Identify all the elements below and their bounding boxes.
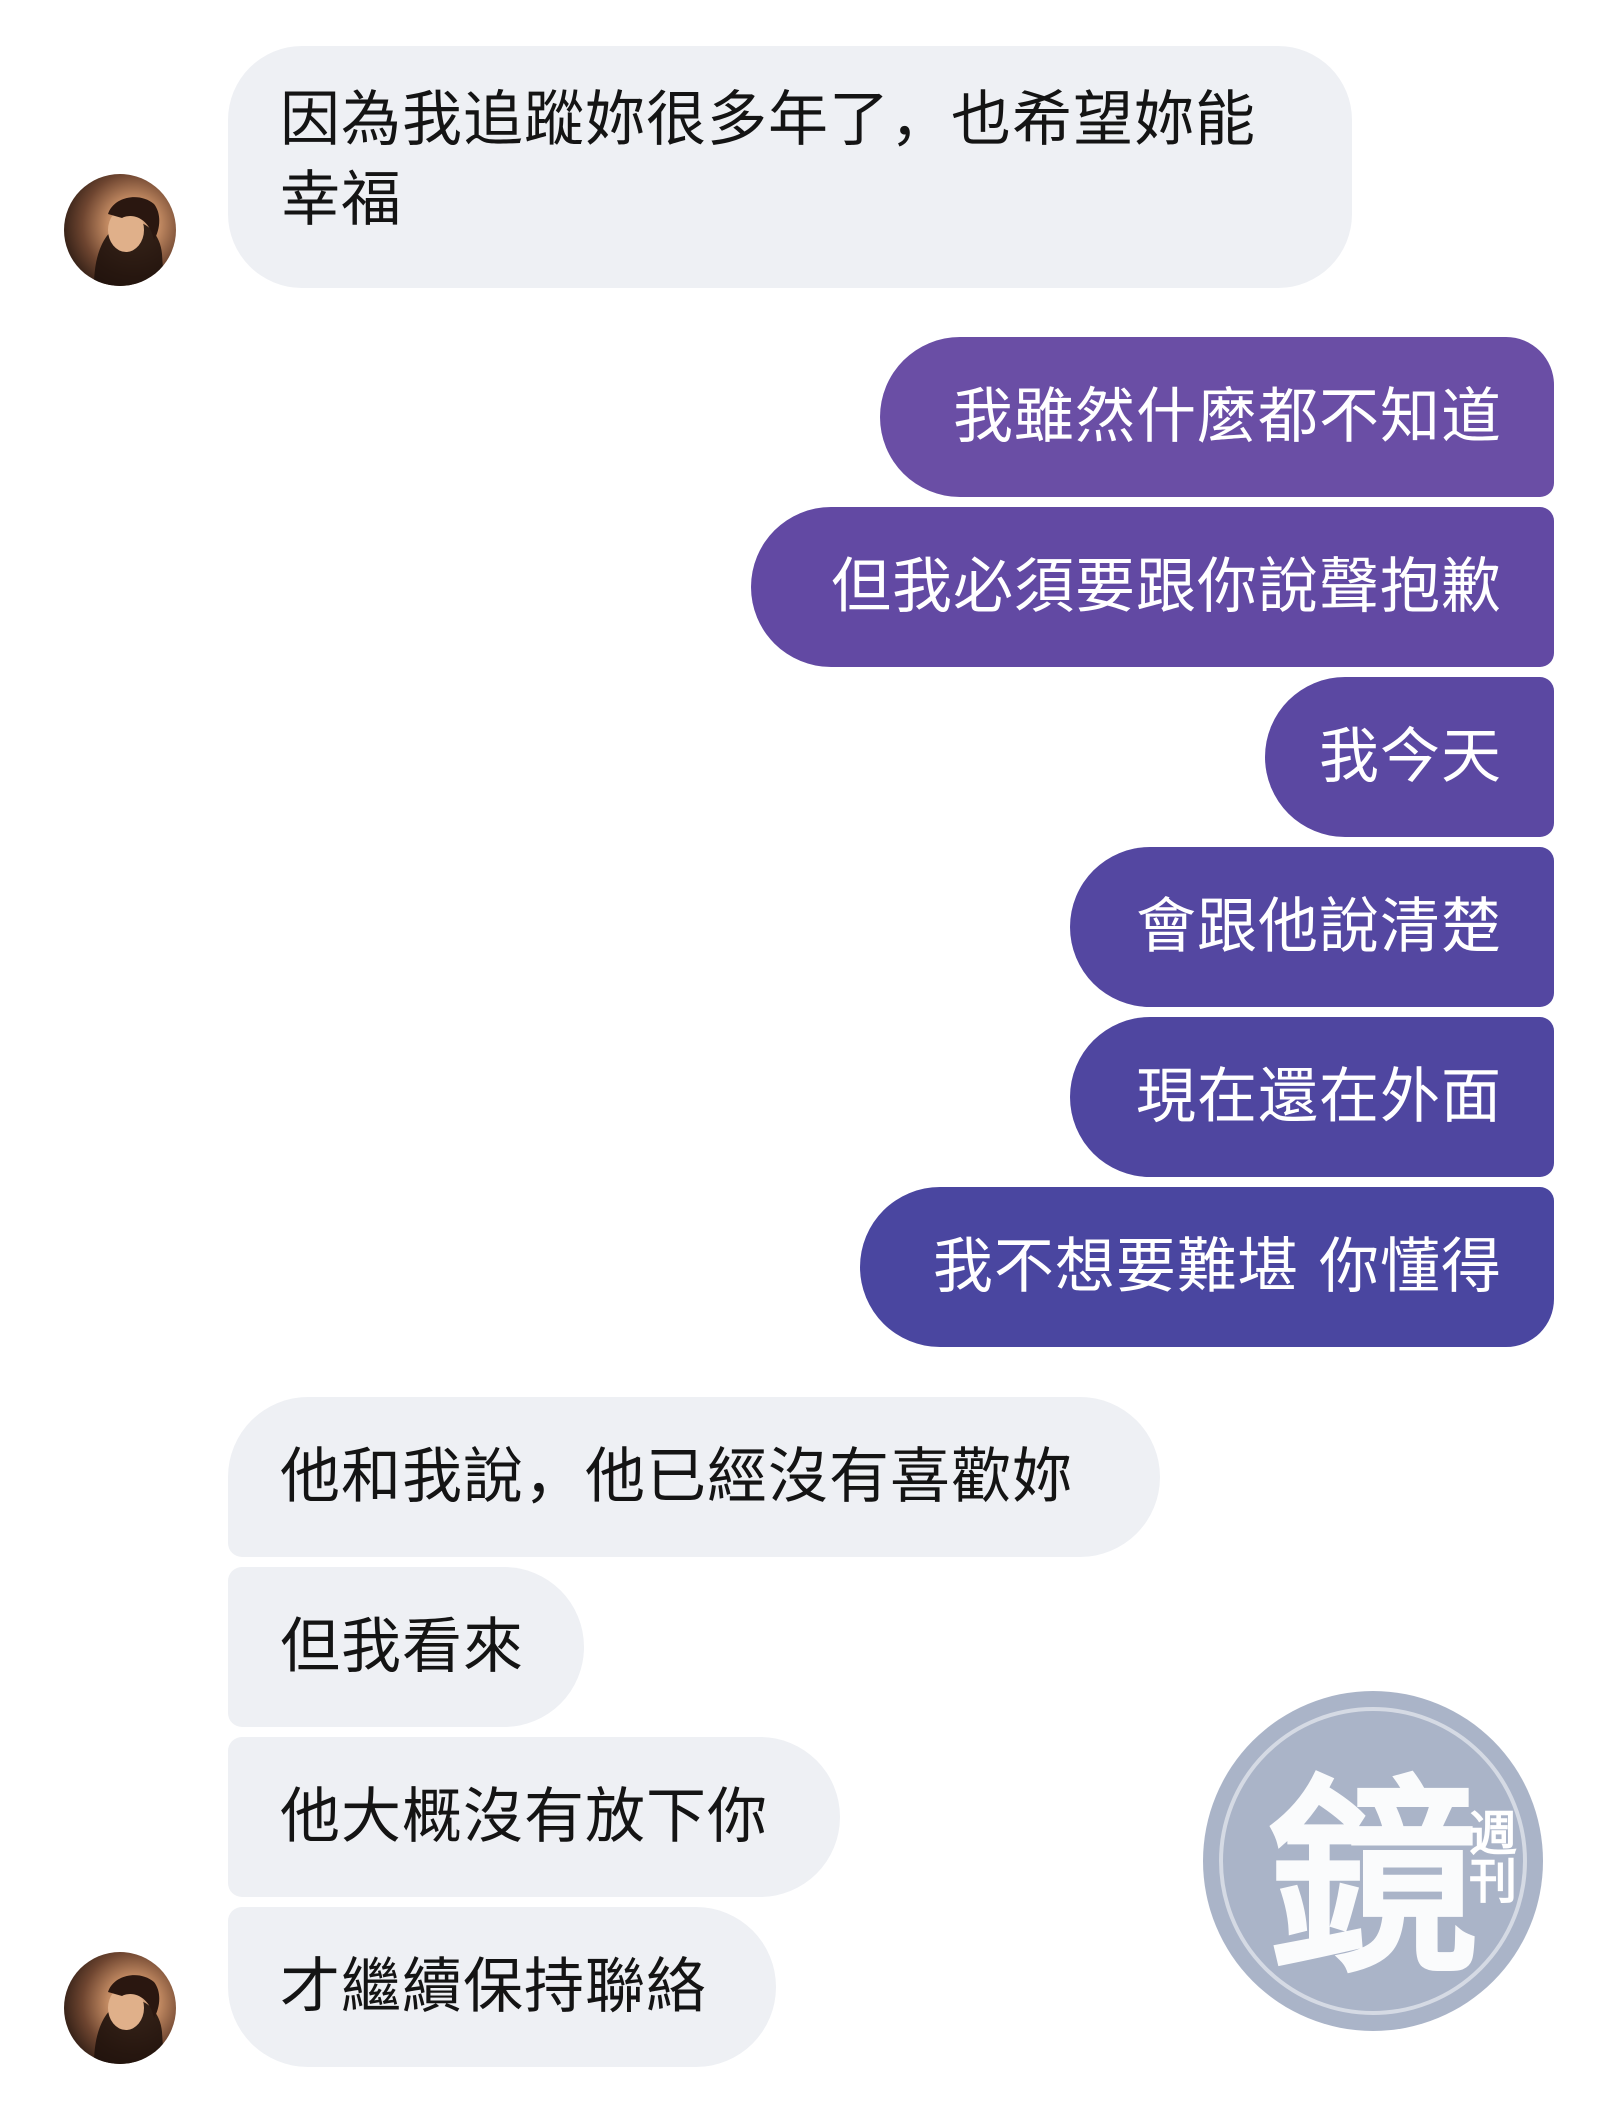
message-text: 我不想要難堪 你懂得 — [932, 1232, 1502, 1302]
outgoing-message[interactable]: 但我必須要跟你說聲抱歉 — [751, 507, 1554, 667]
outgoing-message[interactable]: 現在還在外面 — [1070, 1017, 1554, 1177]
message-text: 他大概沒有放下你 — [280, 1782, 768, 1852]
message-text: 因為我追蹤妳很多年了，也希望妳能幸福 — [280, 85, 1256, 235]
message-text: 他和我說，他已經沒有喜歡妳 — [280, 1442, 1073, 1512]
incoming-message[interactable]: 他大概沒有放下你 — [228, 1737, 840, 1897]
profile-photo-icon — [94, 1975, 164, 2064]
incoming-message[interactable]: 才繼續保持聯絡 — [228, 1907, 776, 2067]
contact-avatar[interactable] — [64, 174, 176, 286]
profile-photo-icon — [94, 197, 164, 286]
outgoing-message[interactable]: 我雖然什麼都不知道 — [880, 337, 1554, 497]
message-text: 但我必須要跟你說聲抱歉 — [831, 552, 1502, 622]
watermark-sub-text: 週刊 — [1460, 1808, 1516, 1904]
message-text: 才繼續保持聯絡 — [280, 1952, 707, 2022]
mirror-weekly-watermark-logo: 鏡 週刊 — [1200, 1688, 1546, 2034]
incoming-message[interactable]: 因為我追蹤妳很多年了，也希望妳能幸福 — [228, 46, 1352, 288]
message-text: 但我看來 — [280, 1612, 524, 1682]
message-text: 會跟他說清楚 — [1136, 892, 1502, 962]
outgoing-message[interactable]: 我不想要難堪 你懂得 — [860, 1187, 1554, 1347]
message-text: 我今天 — [1319, 722, 1502, 792]
message-text: 我雖然什麼都不知道 — [953, 382, 1502, 452]
contact-avatar[interactable] — [64, 1952, 176, 2064]
outgoing-message[interactable]: 我今天 — [1265, 677, 1554, 837]
message-text: 現在還在外面 — [1136, 1062, 1502, 1132]
outgoing-message[interactable]: 會跟他說清楚 — [1070, 847, 1554, 1007]
incoming-message[interactable]: 他和我說，他已經沒有喜歡妳 — [228, 1397, 1160, 1557]
incoming-message[interactable]: 但我看來 — [228, 1567, 584, 1727]
